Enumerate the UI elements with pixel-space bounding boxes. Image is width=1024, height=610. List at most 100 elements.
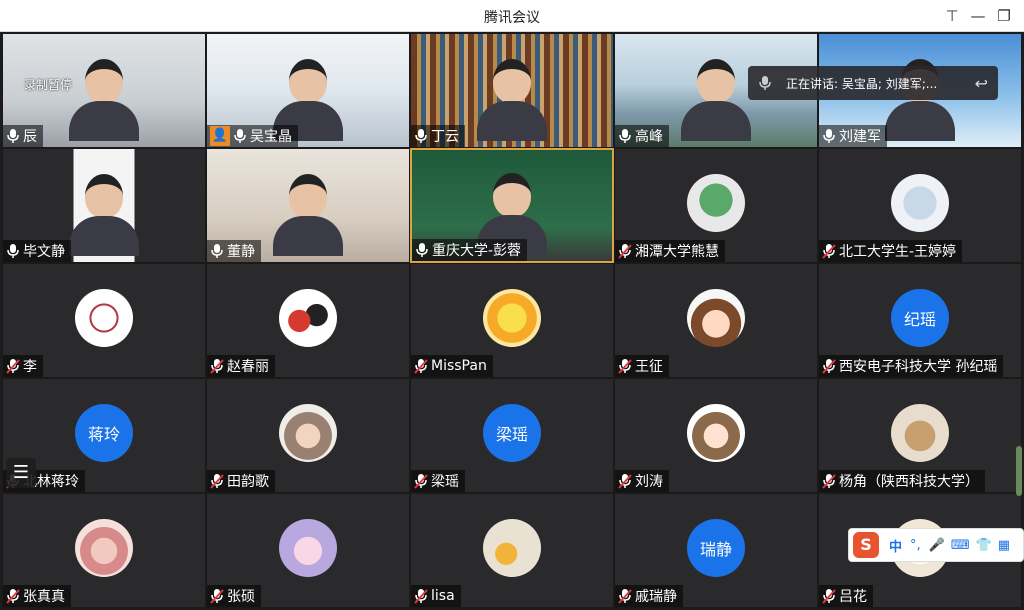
ime-logo-icon[interactable]: S [853, 532, 879, 558]
ime-mode[interactable]: 中 [889, 536, 902, 555]
participant-name: 重庆大学-彭蓉 [432, 243, 522, 259]
name-label: 戚瑞静 [615, 585, 683, 607]
participant-tile[interactable]: 张真真 [2, 493, 206, 608]
mic-icon [6, 128, 20, 144]
mic-icon [618, 128, 632, 144]
participant-name: 田韵歌 [227, 474, 269, 490]
mic-muted-icon [618, 358, 632, 374]
participant-tile[interactable]: 北工大学生-王婷婷 [818, 148, 1022, 263]
name-label: 毕文静 [3, 240, 71, 262]
speaking-text: 正在讲话: 吴宝晶; 刘建军;... [786, 76, 938, 91]
mic-icon [822, 128, 836, 144]
participant-name: 刘涛 [635, 474, 663, 490]
participant-tile[interactable]: 王征 [614, 263, 818, 378]
name-label: 湘潭大学熊慧 [615, 240, 725, 262]
participant-name: 张真真 [23, 589, 65, 605]
participant-grid: 辰 👤 吴宝晶 丁云 高峰 刘建军毕文静 董静 重庆大学-彭蓉 湘潭大学熊慧 北工大学生-王婷婷李… [2, 33, 1022, 609]
mic-muted-icon [6, 588, 20, 604]
participant-tile[interactable]: 赵春丽 [206, 263, 410, 378]
participant-tile[interactable]: 湘潭大学熊慧 [614, 148, 818, 263]
name-label: 高峰 [615, 125, 669, 147]
participant-tile[interactable]: 李 [2, 263, 206, 378]
avatar: 瑞静 [687, 518, 745, 577]
name-label: 刘涛 [615, 470, 669, 492]
mic-muted-icon [822, 243, 836, 259]
participant-tile[interactable]: 瑞静 戚瑞静 [614, 493, 818, 608]
ime-punct[interactable]: °, [910, 538, 921, 553]
name-label: 张真真 [3, 585, 71, 607]
name-label: 丁云 [411, 125, 465, 147]
avatar [687, 173, 745, 232]
participant-tile[interactable]: 毕文静 [2, 148, 206, 263]
avatar [687, 403, 745, 462]
avatar: 纪瑶 [891, 288, 949, 347]
avatar [483, 518, 541, 577]
mic-muted-icon [618, 243, 632, 259]
participant-tile[interactable]: 纪瑶西安电子科技大学 孙纪瑶 [818, 263, 1022, 378]
minimize-button[interactable]: — [966, 4, 990, 28]
participant-tile[interactable]: 刘涛 [614, 378, 818, 493]
avatar [687, 288, 745, 347]
mic-icon [233, 128, 247, 144]
mic-muted-icon [210, 358, 224, 374]
speaker-icon [759, 76, 771, 90]
name-label: 重庆大学-彭蓉 [412, 239, 528, 261]
participant-name: 高峰 [635, 129, 663, 145]
mic-icon [414, 128, 428, 144]
participant-tile[interactable]: 张硕 [206, 493, 410, 608]
participant-tile[interactable]: 董静 [206, 148, 410, 263]
pin-button[interactable]: ⊤ [940, 4, 964, 28]
collapse-arrow-icon[interactable]: ↩ [975, 74, 988, 93]
mic-icon [415, 242, 429, 258]
ime-voice-icon[interactable]: 🎤 [929, 538, 945, 553]
participant-tile[interactable]: 杨角（陕西科技大学） [818, 378, 1022, 493]
participant-name: 王征 [635, 359, 663, 375]
participant-tile[interactable]: 田韵歌 [206, 378, 410, 493]
person-silhouette [69, 174, 139, 262]
participant-tile[interactable]: 丁云 [410, 33, 614, 148]
avatar [75, 288, 133, 347]
avatar: 蒋玲 [75, 403, 133, 462]
participant-tile[interactable]: lisa [410, 493, 614, 608]
ime-keyboard-icon[interactable]: ⌨ [951, 538, 970, 553]
name-label: 梁瑶 [411, 470, 465, 492]
name-label: 王征 [615, 355, 669, 377]
volume-meter [1016, 446, 1022, 496]
restore-button[interactable]: ❐ [992, 4, 1016, 28]
person-silhouette [477, 59, 547, 147]
list-toggle-button[interactable]: ☰ [6, 458, 36, 488]
participant-name: 湘潭大学熊慧 [635, 244, 719, 260]
participant-name: lisa [431, 588, 455, 604]
name-label: 李 [3, 355, 43, 377]
name-label: 赵春丽 [207, 355, 275, 377]
mic-muted-icon [414, 358, 428, 374]
mic-muted-icon [210, 473, 224, 489]
participant-name: 北工大学生-王婷婷 [839, 244, 957, 260]
participant-tile[interactable]: 梁瑶 梁瑶 [410, 378, 614, 493]
participant-name: 辰 [23, 129, 37, 145]
mic-icon [6, 243, 20, 259]
recording-status: 录制暂停 [24, 78, 73, 92]
ime-skin-icon[interactable]: 👕 [976, 538, 992, 553]
participant-tile[interactable]: 👤 吴宝晶 [206, 33, 410, 148]
restore-icon: ❐ [997, 7, 1011, 25]
mic-muted-icon [822, 588, 836, 604]
participant-name: 张硕 [227, 589, 255, 605]
mic-muted-icon [618, 473, 632, 489]
name-label: 西安电子科技大学 孙纪瑶 [819, 355, 1004, 377]
participant-name: 毕文静 [23, 244, 65, 260]
minimize-icon: — [970, 7, 986, 25]
pin-icon: ⊤ [945, 7, 959, 25]
avatar: 梁瑶 [483, 403, 541, 462]
mic-muted-icon [414, 588, 428, 604]
window-title: 腾讯会议 [484, 10, 540, 26]
mic-muted-icon [822, 358, 836, 374]
name-label: 杨角（陕西科技大学） [819, 470, 985, 492]
ime-menu-icon[interactable]: ▦ [998, 538, 1010, 553]
mic-muted-icon [618, 588, 632, 604]
participant-tile[interactable]: 重庆大学-彭蓉 [410, 148, 614, 263]
name-label: 辰 [3, 125, 43, 147]
participant-tile[interactable]: MissPan [410, 263, 614, 378]
person-silhouette [681, 59, 751, 147]
name-label: 刘建军 [819, 125, 887, 147]
